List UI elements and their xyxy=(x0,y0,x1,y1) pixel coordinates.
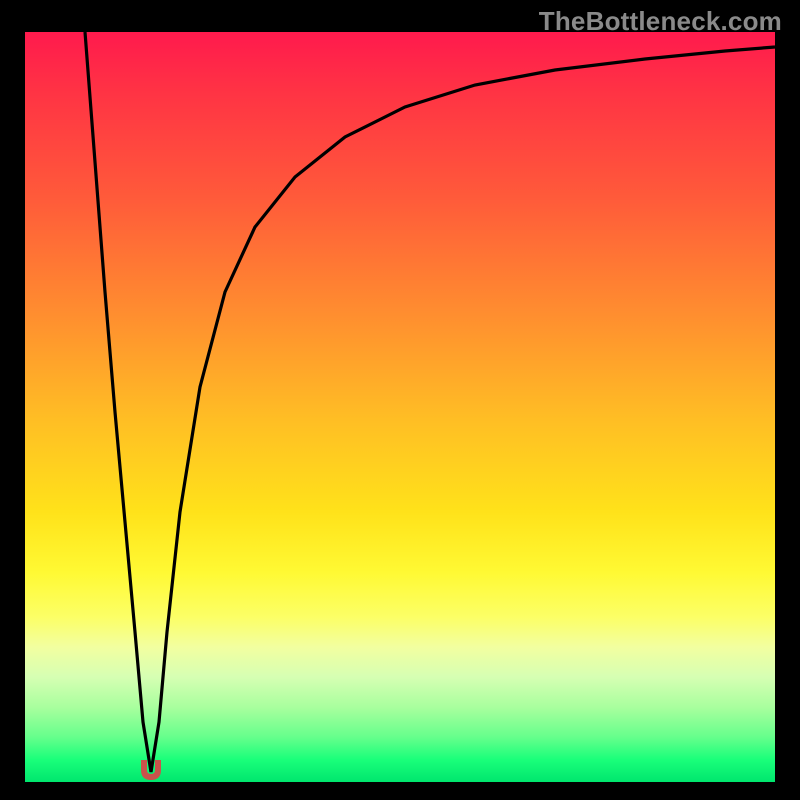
trough-u-shape-icon xyxy=(141,760,161,780)
gradient-plot-area xyxy=(25,32,775,782)
trough-marker xyxy=(137,760,165,782)
chart-frame xyxy=(15,32,785,785)
bottleneck-curve xyxy=(25,32,775,782)
curve-path xyxy=(85,32,775,772)
